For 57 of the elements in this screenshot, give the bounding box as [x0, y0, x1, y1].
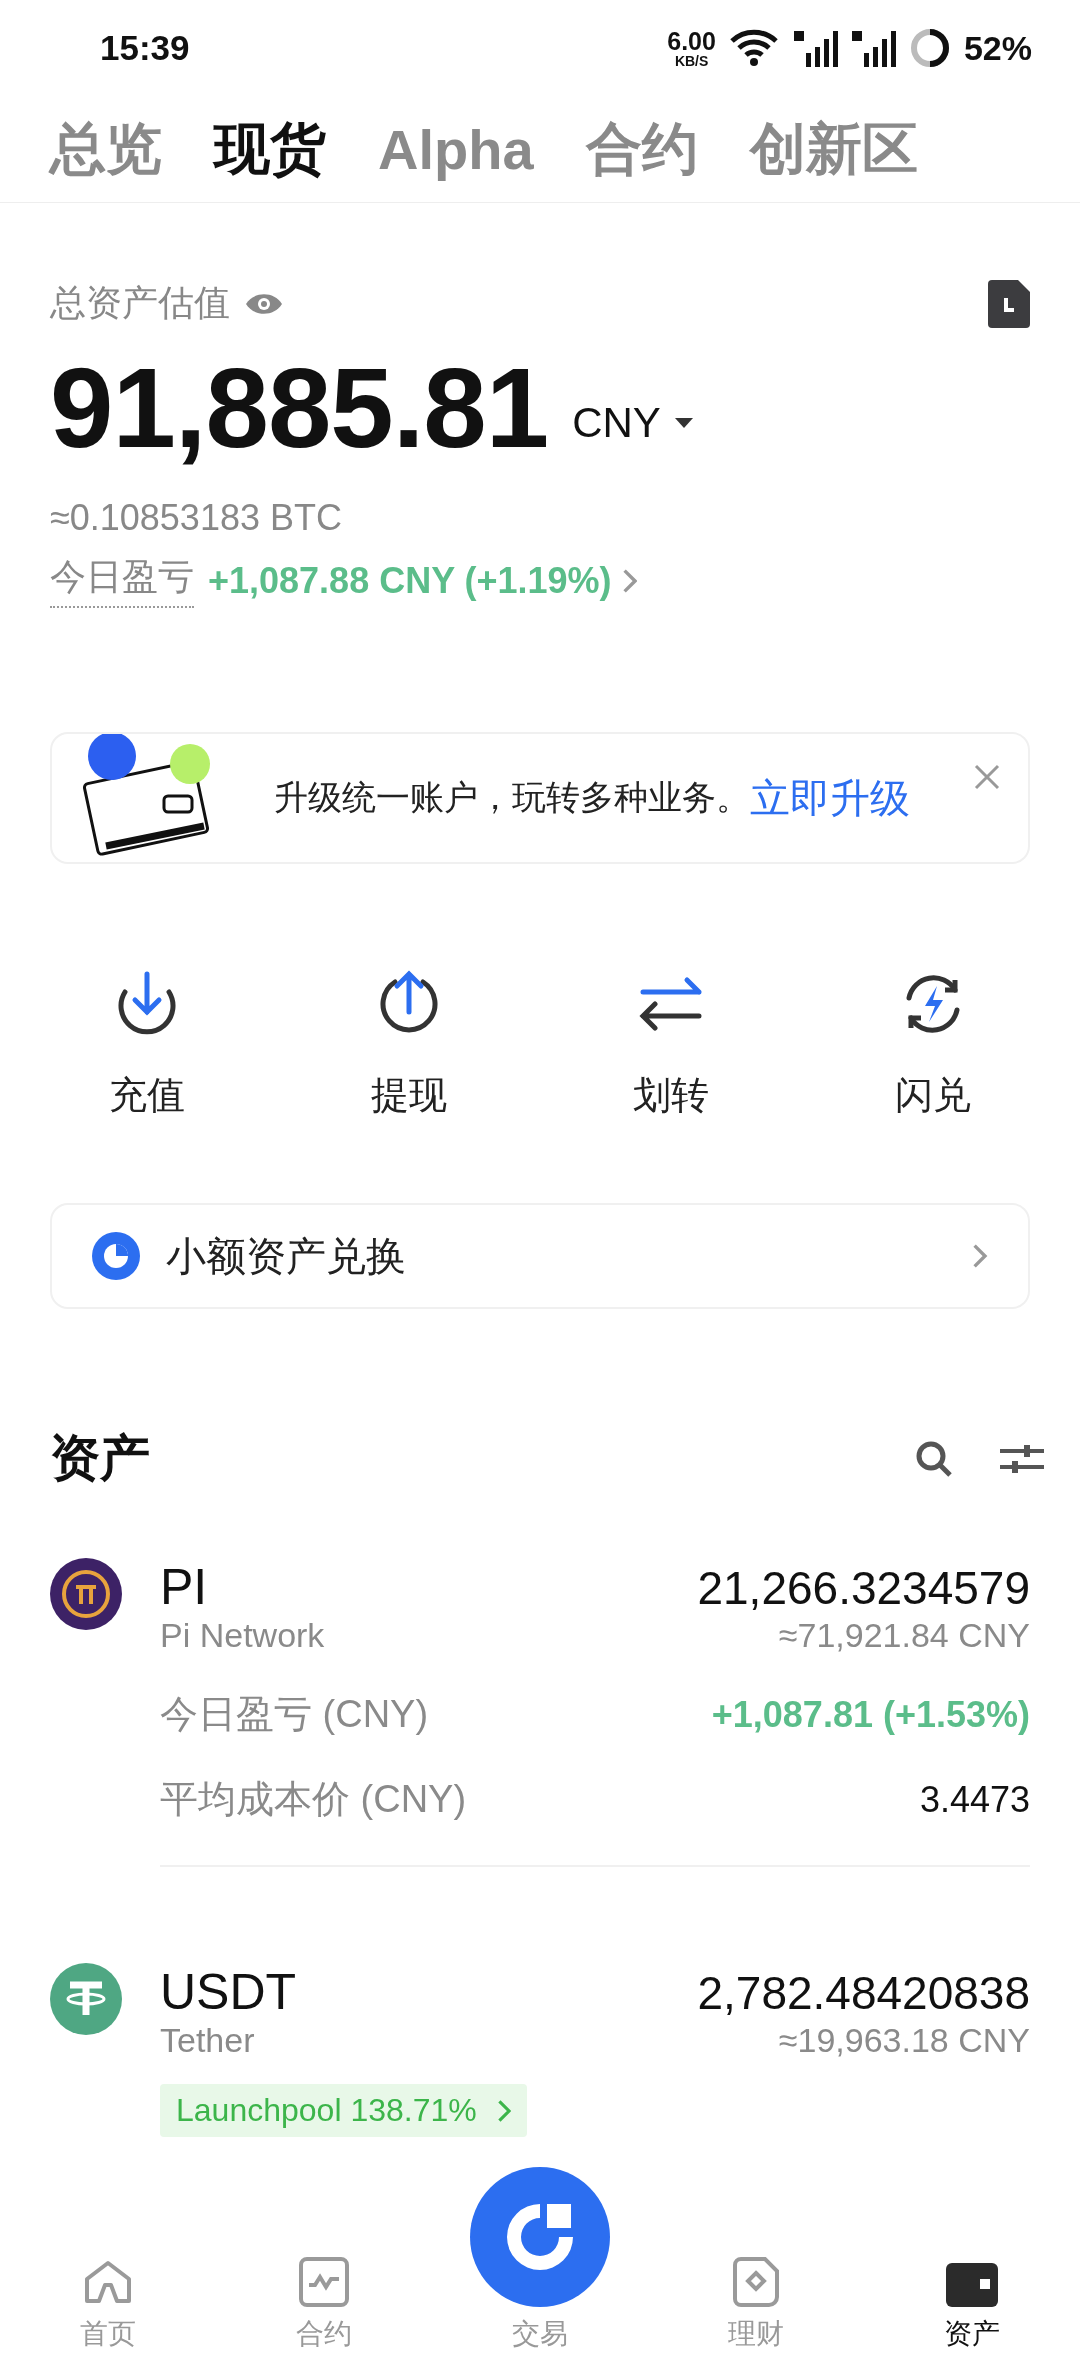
coin-value: ≈71,921.84 CNY: [778, 1616, 1030, 1655]
network-speed-unit: KB/S: [674, 53, 709, 68]
nav-tab[interactable]: 首页: [0, 2259, 216, 2353]
banner-text: 升级统一账户，玩转多种业务。: [274, 777, 750, 819]
wifi-icon: [729, 29, 780, 68]
chevron-icon: [621, 567, 638, 594]
detail-label: 平均成本价 (CNY): [160, 1777, 467, 1822]
nav-tab[interactable]: 合约: [216, 2257, 432, 2353]
close-button[interactable]: [974, 764, 1000, 791]
detail-value: 3.4473: [919, 1778, 1030, 1821]
diamond-card-icon: [733, 2257, 779, 2307]
coin-name: Tether: [160, 2021, 255, 2060]
launchpool-tag[interactable]: Launchpool 138.71%: [160, 2084, 528, 2137]
signal-icon: [793, 29, 838, 68]
detail-value: +1,087.81 (+1.53%): [711, 1693, 1030, 1736]
coin-amount: 21,266.3234579: [697, 1561, 1030, 1615]
chart-icon: [299, 2257, 349, 2307]
tab[interactable]: 合约: [585, 111, 698, 188]
action-button[interactable]: 闪兑: [802, 968, 1064, 1122]
nav-tab[interactable]: 理财: [648, 2257, 864, 2353]
dropdown-caret-icon: [674, 417, 693, 428]
battery-level: 52%: [963, 28, 1032, 68]
coin-symbol: USDT: [160, 1963, 297, 2021]
total-assets-label: 总资产估值: [50, 281, 230, 326]
wallet-icon: [946, 2263, 998, 2307]
nav-tab[interactable]: 资产: [864, 2263, 1080, 2353]
assets-heading: 资产: [50, 1429, 151, 1488]
upgrade-link[interactable]: 立即升级: [750, 770, 910, 826]
nav-tab[interactable]: 交易: [432, 2167, 648, 2353]
total-balance: 91,885.81: [50, 343, 549, 474]
action-button[interactable]: 充值: [16, 968, 278, 1122]
tether-coin-icon: [50, 1963, 122, 2035]
signal-icon: [851, 29, 896, 68]
battery-ring-icon: [909, 28, 950, 69]
coin-value: ≈19,963.18 CNY: [778, 2021, 1030, 2060]
convert-logo-icon: [92, 1232, 140, 1281]
action-button[interactable]: 划转: [540, 968, 802, 1122]
tab[interactable]: 总览: [50, 111, 162, 188]
pi-coin-icon: [50, 1558, 122, 1630]
btc-equivalent: ≈0.10853183 BTC: [50, 497, 343, 540]
coin-name: Pi Network: [160, 1616, 325, 1655]
tab[interactable]: 现货: [214, 111, 326, 188]
today-pnl-label: 今日盈亏: [50, 553, 194, 609]
status-time: 15:39: [100, 28, 191, 69]
action-button[interactable]: 提现: [278, 968, 540, 1122]
chevron-icon: [972, 1243, 988, 1270]
tab[interactable]: Alpha: [378, 117, 534, 183]
chevron-icon: [496, 2098, 512, 2123]
coin-symbol: PI: [160, 1558, 208, 1616]
small-assets-convert-button[interactable]: 小额资产兑换: [50, 1203, 1030, 1309]
network-speed: 6.00: [667, 28, 716, 54]
history-document-icon[interactable]: [988, 279, 1030, 328]
currency-selector[interactable]: CNY: [572, 398, 693, 447]
detail-label: 今日盈亏 (CNY): [160, 1692, 429, 1737]
today-pnl-value[interactable]: +1,087.88 CNY (+1.19%): [208, 559, 638, 602]
coin-amount: 2,782.48420838: [697, 1966, 1030, 2020]
tab[interactable]: 创新区: [749, 111, 918, 188]
